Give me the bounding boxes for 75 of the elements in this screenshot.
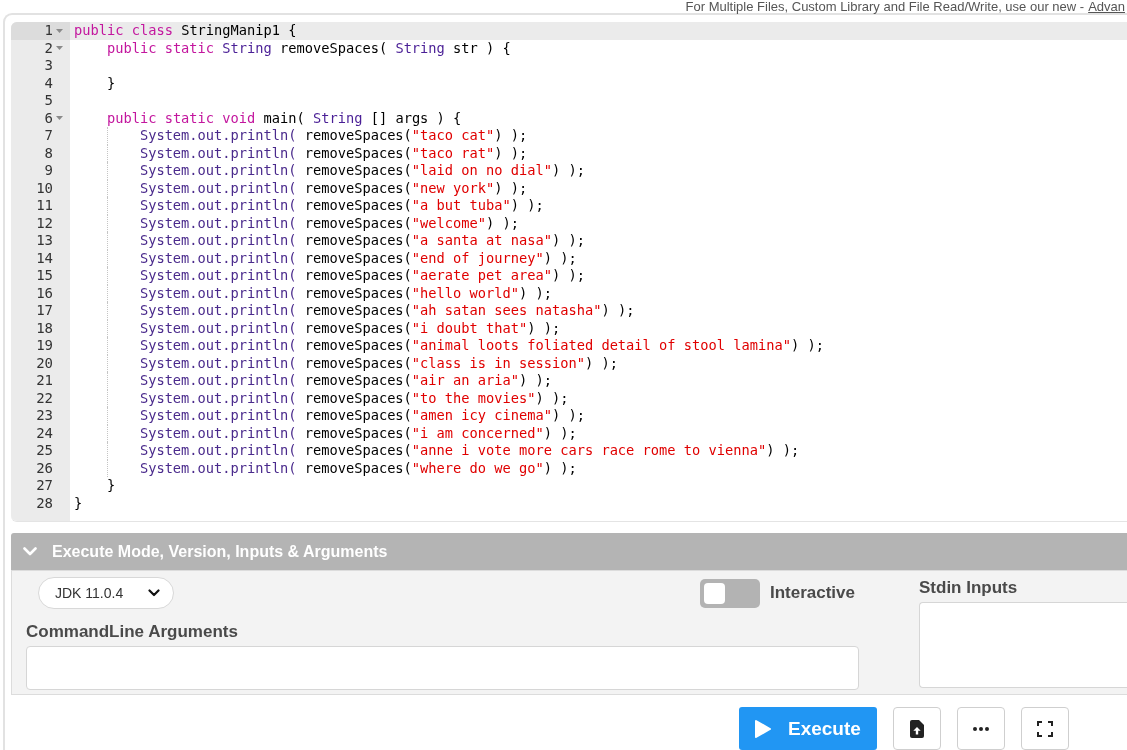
- code-line: System.out.println( removeSpaces("amen icy cinema") );: [139, 407, 585, 425]
- line-number: 7: [44, 127, 53, 145]
- code-line: System.out.println( removeSpaces("i am concerned") );: [139, 424, 577, 442]
- file-upload-icon: [910, 719, 924, 738]
- code-line: System.out.println( removeSpaces("a but tuba") );: [139, 197, 544, 215]
- line-number: 23: [36, 407, 53, 425]
- code-line: }: [74, 494, 83, 512]
- code-line: public static String removeSpaces( String str ) {: [106, 39, 511, 57]
- code-line: System.out.println( removeSpaces("laid on no dial") );: [139, 162, 585, 180]
- code-line: System.out.println( removeSpaces("air an aria") );: [139, 372, 552, 390]
- line-number: 21: [36, 372, 53, 390]
- line-number: 27: [36, 477, 53, 495]
- line-number: 16: [36, 284, 53, 302]
- code-line: System.out.println( removeSpaces("new york") );: [139, 179, 528, 197]
- dots-icon: [973, 726, 989, 731]
- code-line: System.out.println( removeSpaces("class is in session") );: [139, 354, 618, 372]
- chevron-icon: [23, 547, 37, 556]
- line-number: 1: [44, 22, 53, 40]
- more-button[interactable]: [957, 707, 1005, 750]
- code-line: System.out.println( removeSpaces("end of journey") );: [139, 249, 577, 267]
- caret-icon[interactable]: [56, 28, 63, 33]
- code-line: System.out.println( removeSpaces("a santa at nasa") );: [139, 232, 585, 250]
- line-number: 3: [44, 57, 53, 75]
- code-line: }: [106, 477, 116, 495]
- code-line: System.out.println( removeSpaces("to the movies") );: [139, 389, 569, 407]
- code-line: System.out.println( removeSpaces("aerate pet area") );: [139, 267, 585, 285]
- line-number: 22: [36, 389, 53, 407]
- code-line: System.out.println( removeSpaces("welcome") );: [139, 214, 519, 232]
- code-line: System.out.println( removeSpaces("i doubt that") );: [139, 319, 561, 337]
- line-number: 28: [36, 494, 53, 512]
- code-line: System.out.println( removeSpaces("anne i vote more cars race rome to vienna") );: [139, 442, 800, 460]
- code-line: System.out.println( removeSpaces("where do we go") );: [139, 459, 577, 477]
- line-number: 19: [36, 337, 53, 355]
- line-number: 26: [36, 459, 53, 477]
- code-line: public static void main( String [] args ) {: [106, 109, 462, 127]
- line-number: 15: [36, 267, 53, 285]
- field-label: CommandLine Arguments: [26, 622, 238, 642]
- play-icon: [754, 718, 772, 739]
- line-number: 24: [36, 424, 53, 442]
- file-upload-button[interactable]: [893, 707, 941, 750]
- line-number: 11: [36, 197, 53, 215]
- line-number: 9: [44, 162, 53, 180]
- line-number: 5: [44, 92, 53, 110]
- code-line: System.out.println( removeSpaces("animal loots foliated detail of stool lamina") );: [139, 337, 824, 355]
- text-area[interactable]: [919, 602, 1127, 688]
- fullscreen-icon: [1037, 720, 1053, 737]
- line-number: 2: [44, 39, 53, 57]
- input-field[interactable]: [26, 646, 859, 690]
- code-line: System.out.println( removeSpaces("hello world") );: [139, 284, 552, 302]
- code-line: }: [106, 74, 116, 92]
- code-line: System.out.println( removeSpaces("taco cat") );: [139, 127, 528, 145]
- code-line: System.out.println( removeSpaces("ah satan sees natasha") );: [139, 302, 635, 320]
- chevron-down-icon: [148, 589, 160, 597]
- notice-text: For Multiple Files, Custom Library and File Read/Write, use our new - Advan: [685, 0, 1125, 13]
- line-number: 14: [36, 249, 53, 267]
- line-number: 17: [36, 302, 53, 320]
- line-number: 13: [36, 232, 53, 250]
- caret-icon[interactable]: [56, 46, 63, 51]
- line-number: 8: [44, 144, 53, 162]
- caret-icon[interactable]: [56, 116, 63, 121]
- version-select[interactable]: JDK 11.0.4: [38, 577, 174, 609]
- line-number: 18: [36, 319, 53, 337]
- code-line: public class StringManip1 {: [74, 22, 297, 40]
- toggle-label: Interactive: [769, 583, 855, 603]
- code-line: System.out.println( removeSpaces("taco rat") );: [139, 144, 528, 162]
- line-number: 4: [44, 74, 53, 92]
- line-number: 25: [36, 442, 53, 460]
- line-number: 6: [44, 109, 53, 127]
- line-number: 20: [36, 354, 53, 372]
- toggle-switch[interactable]: [699, 578, 760, 608]
- field-label: Stdin Inputs: [919, 578, 1018, 598]
- line-number: 10: [36, 179, 53, 197]
- fullscreen-button[interactable]: [1021, 707, 1069, 750]
- line-number: 12: [36, 214, 53, 232]
- advanced-link[interactable]: Advan: [1088, 0, 1125, 14]
